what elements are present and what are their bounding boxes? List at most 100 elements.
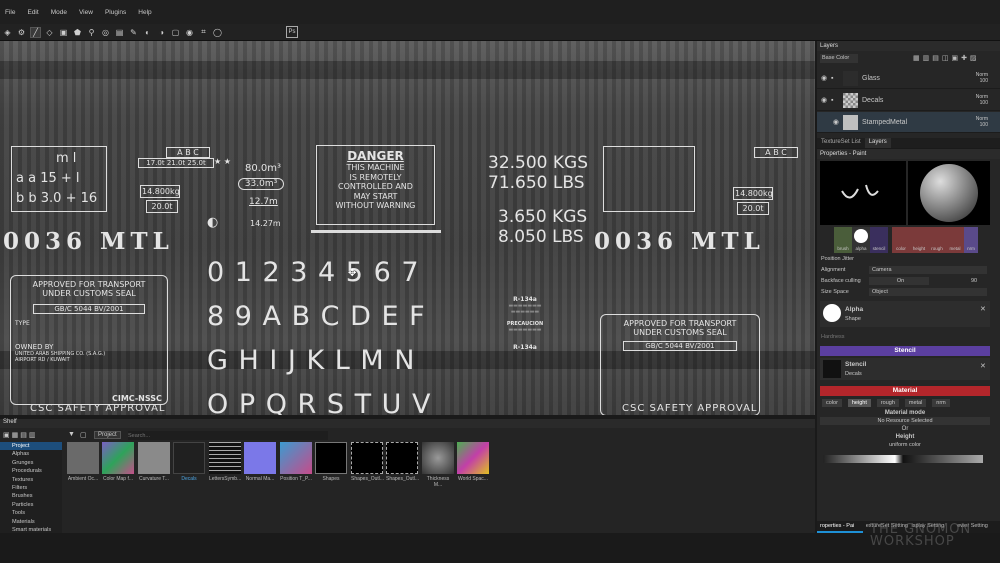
layer-blend-mode[interactable]: Norm 100: [972, 116, 988, 128]
asset-thumbnail[interactable]: Shapes_Outl...: [351, 442, 384, 482]
settings-tool-icon[interactable]: ⚙: [16, 27, 27, 38]
menu-help[interactable]: Help: [138, 9, 151, 16]
geometry-tool-icon[interactable]: ⬟: [72, 27, 83, 38]
asset-thumbnail[interactable]: World Spac...: [457, 442, 489, 482]
folder-icon[interactable]: ▢: [80, 431, 87, 439]
filter-icon[interactable]: ▼: [68, 431, 75, 438]
customs-plate-left: APPROVED FOR TRANSPORT UNDER CUSTOMS SEA…: [10, 275, 168, 405]
tab-properties-paint[interactable]: roperties - Pai: [817, 521, 863, 533]
close-icon[interactable]: ✕: [980, 362, 986, 370]
layer-row-stampedmetal[interactable]: ◉ StampedMetal Norm 100: [817, 112, 1000, 133]
3d-viewport[interactable]: m l a a 15 + l b b 3.0 + 16 A B C 17.0t …: [0, 41, 815, 415]
slot-metal[interactable]: metal: [946, 227, 964, 253]
asset-thumbnail[interactable]: LettersSymb...: [209, 442, 241, 482]
danger-sign: DANGER THIS MACHINE IS REMOTELY CONTROLL…: [316, 145, 435, 225]
category-procedurals[interactable]: Procedurals: [0, 467, 62, 475]
category-smart-materials[interactable]: Smart materials: [0, 526, 62, 534]
slot-height[interactable]: height: [910, 227, 928, 253]
watermark: THE GNOMON WORKSHOP: [870, 522, 972, 549]
lazy-mouse-icon[interactable]: ◑: [156, 27, 167, 38]
render-icon[interactable]: ◉: [184, 27, 195, 38]
chip-metal[interactable]: metal: [904, 399, 927, 407]
material-preview: [908, 161, 990, 225]
asset-thumbnail[interactable]: Shapes_Outl...: [386, 442, 419, 482]
channel-dropdown[interactable]: Base Color: [820, 54, 858, 63]
asset-thumbnail[interactable]: Thickness M...: [422, 442, 454, 488]
menu-view[interactable]: View: [79, 9, 93, 16]
shelf-search-input[interactable]: [128, 431, 328, 440]
picker-tool-icon[interactable]: ✎: [128, 27, 139, 38]
asset-thumbnail[interactable]: Curvature T...: [138, 442, 170, 482]
chip-nrm[interactable]: nrm: [932, 399, 950, 407]
menu-plugins[interactable]: Plugins: [105, 9, 126, 16]
symmetry-icon[interactable]: ◐: [142, 27, 153, 38]
brush-tool-icon[interactable]: ╱: [30, 26, 41, 38]
projection-tool-icon[interactable]: ▣: [58, 27, 69, 38]
category-particles[interactable]: Particles: [0, 501, 62, 509]
size-space-row[interactable]: Size Space Object: [821, 287, 991, 296]
layer-blend-mode[interactable]: Norm 100: [972, 72, 988, 84]
category-project[interactable]: Project: [0, 442, 62, 451]
slot-brush[interactable]: brush: [834, 227, 852, 253]
alpha-sub: Shape: [845, 316, 861, 322]
slot-stencil[interactable]: stencil: [870, 227, 888, 253]
stars-mark: ★ ★: [214, 157, 231, 166]
menu-file[interactable]: File: [5, 9, 15, 16]
close-icon[interactable]: ✕: [980, 305, 986, 313]
layer-action-icons[interactable]: ▦▥▤◫▣✚▨: [913, 54, 980, 62]
alpha-slot-row[interactable]: Alpha Shape ✕: [820, 301, 990, 327]
visibility-eye-icon[interactable]: ◉: [817, 96, 831, 104]
smudge-tool-icon[interactable]: ⚲: [86, 27, 97, 38]
material-picker-icon[interactable]: ▤: [114, 27, 125, 38]
visibility-eye-icon[interactable]: ◉: [817, 118, 843, 126]
category-textures[interactable]: Textures: [0, 476, 62, 484]
asset-thumbnail[interactable]: Ambient Oc...: [67, 442, 99, 482]
viewport-icon[interactable]: ◯: [212, 27, 223, 38]
category-alphas[interactable]: Alphas: [0, 450, 62, 458]
slot-nrm[interactable]: nrm: [964, 227, 978, 253]
layer-blend-mode[interactable]: Norm 100: [972, 94, 988, 106]
category-tools[interactable]: Tools: [0, 509, 62, 517]
tab-textureset-list[interactable]: TextureSet List: [817, 138, 865, 148]
screenshot-icon[interactable]: ⌗: [198, 27, 209, 38]
asset-thumbnail[interactable]: Color Map f...: [102, 442, 134, 482]
tab-layers[interactable]: Layers: [864, 138, 891, 148]
chip-color[interactable]: color: [822, 399, 842, 407]
layers-tool-icon[interactable]: ◈: [2, 27, 13, 38]
camera-icon[interactable]: ▢: [170, 27, 181, 38]
eraser-tool-icon[interactable]: ◇: [44, 27, 55, 38]
asset-thumbnail[interactable]: Decals: [173, 442, 205, 482]
menu-edit[interactable]: Edit: [27, 9, 38, 16]
chip-height[interactable]: height: [847, 399, 871, 407]
height-slider[interactable]: [823, 455, 983, 463]
position-jitter-row[interactable]: Position Jitter: [821, 254, 991, 263]
stencil-slot-row[interactable]: Stencil Decals ✕: [820, 358, 990, 380]
shelf-view-icons[interactable]: ▣▦▤▥: [3, 431, 37, 439]
visibility-eye-icon[interactable]: ◉: [817, 74, 831, 82]
material-mode-block: Material mode No Resource Selected Or He…: [820, 409, 990, 449]
slot-color[interactable]: color: [892, 227, 910, 253]
hardness-row[interactable]: Hardness: [821, 332, 991, 341]
category-filters[interactable]: Filters: [0, 484, 62, 492]
slot-rough[interactable]: rough: [928, 227, 946, 253]
category-grunges[interactable]: Grunges: [0, 459, 62, 467]
asset-thumbnail[interactable]: Position T_P...: [280, 442, 312, 482]
alignment-row[interactable]: Alignment Camera: [821, 265, 991, 274]
layer-row-decals[interactable]: ◉ ▪ Decals Norm 100: [817, 90, 1000, 111]
chip-rough[interactable]: rough: [876, 399, 899, 407]
category-materials[interactable]: Materials: [0, 518, 62, 526]
backface-culling-row[interactable]: Backface culling On 90: [821, 276, 991, 285]
stencil-section-header[interactable]: Stencil: [820, 346, 990, 356]
asset-thumbnail[interactable]: Normal Ma...: [244, 442, 276, 482]
tab-project-filter[interactable]: Project: [94, 431, 121, 439]
asset-thumbnail[interactable]: Shapes: [315, 442, 347, 482]
layer-row-glass[interactable]: ◉ ▪ Glass Norm 100: [817, 68, 1000, 89]
photoshop-icon[interactable]: Ps: [286, 26, 298, 38]
category-brushes[interactable]: Brushes: [0, 492, 62, 500]
slot-alpha[interactable]: alpha: [852, 227, 870, 253]
material-mode-dropdown[interactable]: No Resource Selected: [820, 417, 990, 425]
menu-mode[interactable]: Mode: [51, 9, 67, 16]
clone-tool-icon[interactable]: ◎: [100, 27, 111, 38]
weight-plate-left: m l a a 15 + l b b 3.0 + 16: [11, 146, 107, 212]
material-section-header[interactable]: Material: [820, 386, 990, 396]
